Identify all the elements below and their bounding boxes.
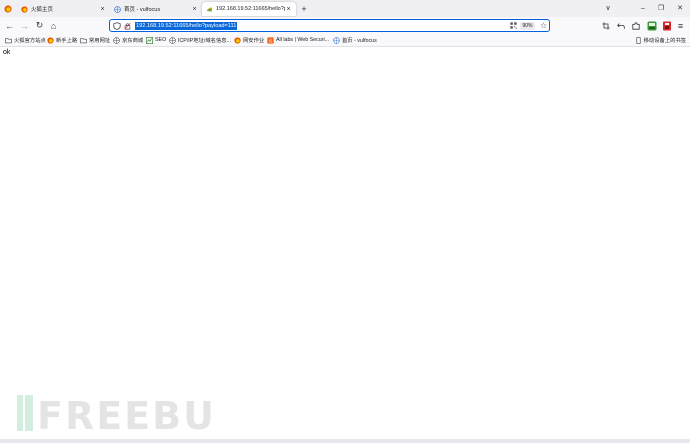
tab-title: 火狐主页 — [31, 7, 54, 13]
bookmark-homework[interactable]: 网安作业 — [234, 35, 264, 45]
globe-icon — [114, 5, 121, 13]
app-menu-hamburger-icon[interactable]: ≡ — [674, 19, 687, 32]
extensions-button[interactable] — [629, 19, 642, 32]
page-content: ok FREEBUF — [0, 47, 690, 443]
status-bar-edge — [0, 439, 690, 443]
navigation-toolbar: ← → ↻ ⌂ 192.168.19.52:11665/hello?payloa… — [0, 17, 690, 34]
tracking-protection-shield-icon[interactable] — [113, 22, 121, 30]
tab-title: 192.168.19.52:11665/hello?p — [216, 6, 285, 12]
folder-icon — [5, 37, 12, 43]
bookmark-jd[interactable]: 京东商城 — [113, 35, 143, 45]
tab-close-icon[interactable]: × — [99, 6, 106, 13]
tab-close-icon[interactable]: × — [191, 6, 198, 13]
bookmark-label: 京东商城 — [122, 38, 144, 44]
zoom-level-button[interactable]: 90% — [520, 22, 535, 30]
tab-vulfocus[interactable]: 首页 - vulfocus × — [110, 2, 202, 16]
bookmark-label: SEO — [155, 37, 167, 43]
url-bar[interactable]: 192.168.19.52:11665/hello?payload=111 90… — [109, 19, 550, 32]
bookmark-vulfocus[interactable]: 首页 - vulfocus — [333, 35, 377, 45]
tab-firefox-home[interactable]: 火狐主页 × — [17, 2, 110, 16]
generic-site-icon — [206, 6, 213, 12]
bookmark-seo[interactable]: SEO — [146, 35, 166, 45]
firefox-icon — [4, 5, 12, 13]
screenshot-crop-button[interactable] — [599, 19, 612, 32]
bookmark-firefox-official[interactable]: 火狐官方站点 — [5, 35, 46, 45]
tab-strip: 火狐主页 × 首页 - vulfocus × 192.168.19.52:116… — [0, 0, 690, 17]
bookmark-label: All labs | Web Securi... — [276, 37, 330, 43]
forward-button[interactable]: → — [18, 19, 31, 32]
tab-active-hello[interactable]: 192.168.19.52:11665/hello?p × — [202, 2, 296, 16]
globe-icon — [169, 36, 176, 44]
bookmarks-toolbar: 火狐官方站点 新手上路 常用网址 京东商城 SEO ICP/IP地址/域名信息.… — [0, 34, 690, 47]
bookmark-label: 移动设备上的书签 — [643, 38, 686, 44]
crop-icon — [601, 21, 610, 30]
bookmark-icp-ip[interactable]: ICP/IP地址/域名信息... — [169, 35, 231, 45]
bookmark-label: 网安作业 — [243, 38, 265, 44]
tab-pinned-firefox[interactable] — [0, 2, 16, 16]
back-button[interactable]: ← — [3, 19, 16, 32]
globe-icon — [113, 36, 120, 44]
url-text[interactable]: 192.168.19.52:11665/hello?payload=111 — [135, 22, 238, 30]
bookmark-label: 新手上路 — [56, 38, 78, 44]
close-window-button[interactable]: ✕ — [674, 3, 686, 15]
puzzle-icon — [631, 21, 640, 30]
reload-button[interactable]: ↻ — [33, 19, 46, 32]
firefox-icon — [47, 36, 54, 44]
firefox-icon — [21, 5, 28, 13]
bookmark-common-sites[interactable]: 常用网址 — [80, 35, 110, 45]
mobile-device-icon — [636, 36, 641, 44]
qr-code-icon[interactable] — [510, 22, 517, 29]
insecure-lock-icon[interactable] — [124, 22, 131, 30]
folder-icon — [80, 37, 87, 43]
bookmark-label: ICP/IP地址/域名信息... — [178, 38, 231, 44]
undo-icon — [616, 22, 625, 29]
bookmark-all-labs[interactable]: S All labs | Web Securi... — [267, 35, 329, 45]
extension-red-icon — [662, 21, 671, 30]
globe-icon — [333, 36, 340, 44]
seo-icon — [146, 36, 153, 44]
new-tab-button[interactable]: + — [299, 3, 309, 15]
home-button[interactable]: ⌂ — [47, 19, 60, 32]
minimize-button[interactable]: – — [637, 3, 649, 15]
bookmark-label: 常用网址 — [89, 38, 111, 44]
svg-text:FREEBUF: FREEBUF — [37, 394, 215, 433]
bookmark-label: 火狐官方站点 — [14, 38, 46, 44]
tab-close-icon[interactable]: × — [285, 6, 292, 13]
firefox-icon — [234, 36, 241, 44]
tab-title: 首页 - vulfocus — [124, 7, 161, 13]
bookmark-star-icon[interactable]: ☆ — [540, 21, 549, 30]
list-all-tabs-button[interactable]: ∨ — [602, 3, 614, 15]
restore-button[interactable]: ❐ — [655, 3, 667, 15]
freebuf-watermark-logo: FREEBUF — [17, 394, 215, 433]
bookmark-label: 首页 - vulfocus — [342, 38, 377, 44]
bookmark-getting-started[interactable]: 新手上路 — [47, 35, 77, 45]
extension-red-button[interactable] — [660, 19, 673, 32]
extension-hackbar-button[interactable] — [645, 19, 658, 32]
undo-tab-button[interactable] — [614, 19, 627, 32]
extension-green-icon — [647, 21, 656, 30]
labs-icon: S — [267, 36, 274, 44]
response-text: ok — [3, 49, 11, 56]
bookmark-mobile-folder[interactable]: 移动设备上的书签 — [635, 35, 686, 45]
